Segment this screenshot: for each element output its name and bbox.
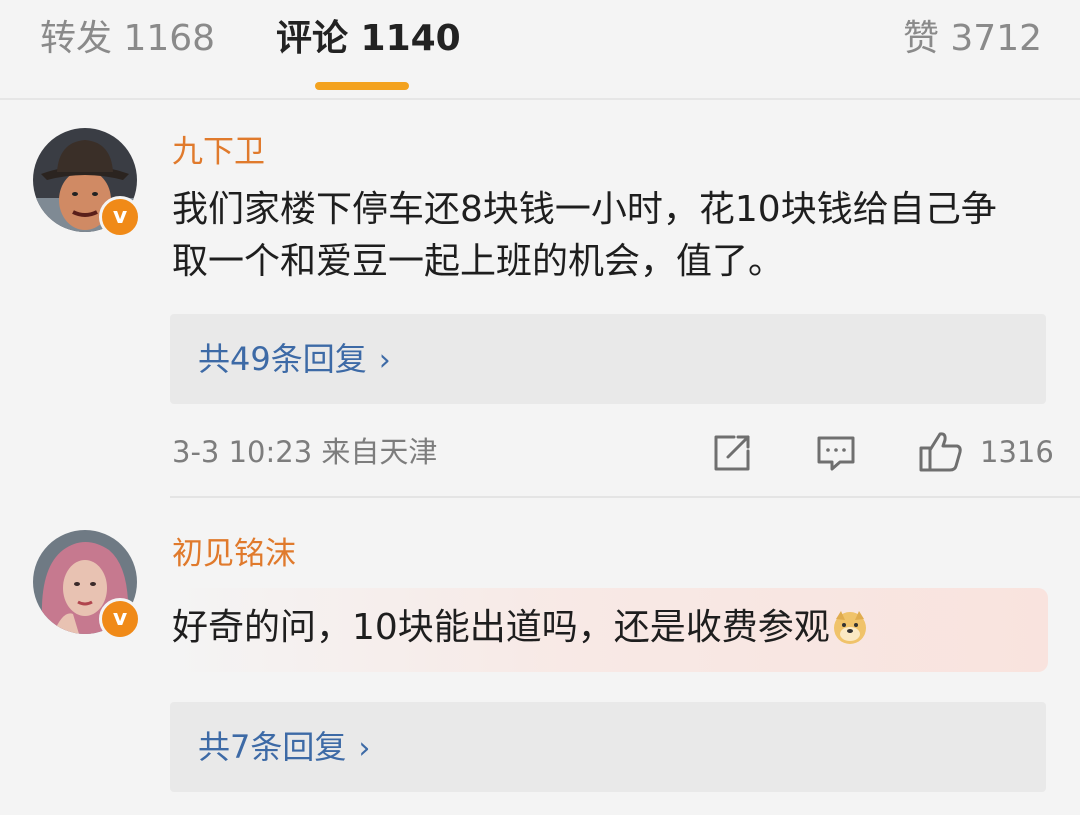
comment-text: 我们家楼下停车还8块钱一小时，花10块钱给自己争取一个和爱豆一起上班的机会，值了… <box>172 189 997 282</box>
reply-count-link[interactable]: 共49条回复 › <box>198 336 391 384</box>
comment-username[interactable]: 初见铭沫 <box>172 532 296 576</box>
reply-summary[interactable]: 共49条回复 › <box>170 314 1046 404</box>
comment-text: 好奇的问，10块能出道吗，还是收费参观 <box>172 602 1042 654</box>
comment-username[interactable]: 九下卫 <box>172 130 265 174</box>
share-icon[interactable] <box>712 433 752 477</box>
chevron-right-icon: › <box>358 731 371 766</box>
chevron-right-icon: › <box>378 343 391 378</box>
comment-tabs: 转发 1168 评论 1140 赞 3712 <box>0 0 1080 100</box>
tab-forward[interactable]: 转发 1168 <box>40 14 215 64</box>
comment-meta: 3-3 10:23 来自天津 <box>172 435 438 469</box>
reply-count-label: 共7条回复 <box>198 728 347 766</box>
reply-summary[interactable]: 共7条回复 › <box>170 702 1046 792</box>
tab-likes[interactable]: 赞 3712 <box>903 14 1042 64</box>
reply-count-label: 共49条回复 <box>198 340 367 378</box>
doge-emoji-icon <box>832 608 868 644</box>
verified-badge-icon: v <box>99 598 141 640</box>
comment-text-content: 好奇的问，10块能出道吗，还是收费参观 <box>172 607 830 648</box>
comment-icon[interactable] <box>816 434 856 478</box>
verified-badge-icon: v <box>99 196 141 238</box>
comment-divider <box>170 496 1080 498</box>
active-tab-indicator <box>315 82 409 90</box>
like-count: 1316 <box>980 435 1054 469</box>
tab-comments[interactable]: 评论 1140 <box>276 14 461 64</box>
reply-count-link[interactable]: 共7条回复 › <box>198 724 370 772</box>
thumbs-up-icon[interactable] <box>918 428 964 478</box>
